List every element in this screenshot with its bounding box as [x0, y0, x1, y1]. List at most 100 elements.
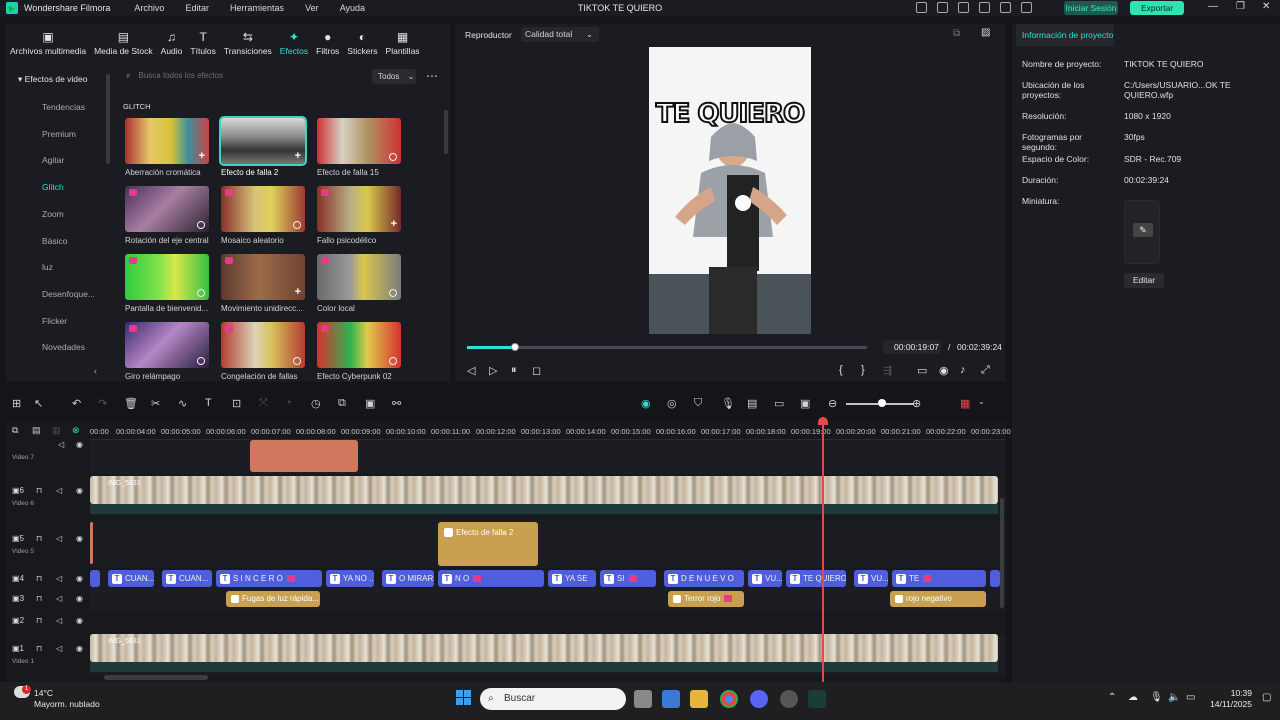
effects-scrollbar[interactable]	[444, 110, 448, 154]
menu-ayuda[interactable]: Ayuda	[340, 3, 365, 13]
sidebar-item-agitar[interactable]: Agitar	[42, 155, 64, 165]
stop-icon[interactable]: ◻	[532, 364, 541, 377]
more-options-icon[interactable]: ⋯	[426, 69, 438, 83]
text-clip[interactable]: T VU...	[748, 570, 782, 587]
tab-titulos[interactable]: T Títulos	[186, 24, 220, 64]
thumbnail-box[interactable]: ✎	[1124, 200, 1160, 264]
menu-archivo[interactable]: Archivo	[134, 3, 164, 13]
volume-icon[interactable]: ◁	[56, 486, 62, 495]
download-icon[interactable]	[293, 357, 301, 365]
add-track-icon[interactable]: ⧉	[12, 425, 18, 436]
timeline-hscrollbar[interactable]	[104, 675, 208, 680]
link-icon[interactable]: ⚯	[392, 397, 401, 410]
grid-icon[interactable]	[1021, 2, 1032, 13]
tab-filtros[interactable]: ● Filtros	[312, 24, 343, 64]
minimize-icon[interactable]: —	[1208, 1, 1218, 12]
effects-search[interactable]: ⌕ Busca todos los efectos	[122, 68, 372, 84]
edit-button[interactable]: Editar	[1124, 273, 1164, 288]
fx-clip[interactable]: rojo negativo	[890, 591, 986, 607]
text-clip[interactable]: TS I N C E R O	[216, 570, 322, 587]
sidebar-item-flicker[interactable]: Flicker	[42, 316, 67, 326]
zoom-out-icon[interactable]: ⊖	[828, 397, 837, 410]
detach-icon[interactable]: ⧉	[338, 397, 346, 410]
effect-thumb-falla-15[interactable]	[317, 118, 401, 164]
add-icon[interactable]: +	[295, 286, 301, 298]
transform-icon[interactable]: ⤧	[259, 397, 268, 410]
effect-thumb-giro[interactable]	[125, 322, 209, 368]
layout-icon[interactable]	[958, 2, 969, 13]
zoom-in-icon[interactable]: ⊕	[912, 397, 921, 410]
redo-icon[interactable]: ↷	[98, 397, 107, 410]
zoom-knob[interactable]	[878, 399, 886, 407]
fullscreen-icon[interactable]: ⤢	[981, 364, 990, 377]
track-layout-icon[interactable]: ▦	[960, 397, 970, 410]
effect-thumb-bienvenida[interactable]	[125, 254, 209, 300]
effect-thumb-cyberpunk[interactable]	[317, 322, 401, 368]
compare-icon[interactable]: ⧉	[953, 28, 960, 39]
effect-thumb-movimiento[interactable]: +	[221, 254, 305, 300]
lock-icon[interactable]: ⊓	[36, 594, 42, 603]
tab-plantillas[interactable]: ▦ Plantillas	[382, 24, 424, 64]
sidebar-item-novedades[interactable]: Novedades	[42, 342, 85, 352]
group-icon[interactable]: ▣	[365, 397, 375, 410]
tab-audio[interactable]: ♫ Audio	[157, 24, 187, 64]
edit-pen-icon[interactable]: ✎	[1133, 223, 1153, 237]
add-icon[interactable]: +	[199, 150, 205, 162]
speed-icon[interactable]: ◷	[311, 397, 321, 410]
eye-icon[interactable]: ◉	[76, 574, 83, 583]
clip-edge[interactable]	[90, 522, 93, 564]
lock-icon[interactable]: ⊓	[36, 534, 42, 543]
download-icon[interactable]	[197, 357, 205, 365]
lock-icon[interactable]: ⊓	[36, 644, 42, 653]
file-explorer-icon[interactable]	[690, 690, 708, 708]
timeline-vscrollbar[interactable]	[1000, 498, 1004, 608]
layout-grid-icon[interactable]: ⊞	[12, 397, 21, 410]
eye-icon[interactable]: ◉	[76, 440, 83, 449]
text-clip[interactable]: T CUAN...	[162, 570, 212, 587]
eye-icon[interactable]: ◉	[76, 534, 83, 543]
notifications-icon[interactable]	[979, 2, 990, 13]
chevron-up-icon[interactable]: ⌃	[1108, 692, 1116, 703]
effect-thumb-color-local[interactable]	[317, 254, 401, 300]
menu-herramientas[interactable]: Herramientas	[230, 3, 284, 13]
text-clip[interactable]: T CUAN...	[108, 570, 154, 587]
volume-icon[interactable]: ◁	[56, 534, 62, 543]
color-icon[interactable]: ◔	[285, 397, 292, 409]
text-clip[interactable]: T TE QUIERO	[786, 570, 846, 587]
video-preview[interactable]: TE QUIERO	[649, 47, 811, 334]
quality-select[interactable]: Calidad total ⌄	[521, 27, 599, 42]
notifications-icon[interactable]: ▢	[1262, 692, 1271, 703]
download-icon[interactable]	[389, 289, 397, 297]
tab-archivos-multimedia[interactable]: ▣ Archivos multimedia	[6, 24, 90, 64]
text-clip[interactable]: T VU...	[854, 570, 888, 587]
download-icon[interactable]	[197, 289, 205, 297]
microphone-icon[interactable]: 🎙	[1150, 692, 1163, 703]
eye-icon[interactable]: ◉	[76, 486, 83, 495]
select-tool-icon[interactable]: ↖	[34, 397, 43, 410]
magnet-icon[interactable]: ⊗	[72, 425, 80, 436]
undo-icon[interactable]: ↶	[72, 397, 81, 410]
sidebar-scrollbar[interactable]	[106, 74, 110, 164]
text-clip[interactable]	[990, 570, 1000, 587]
chevron-down-icon[interactable]: ⌄	[978, 397, 985, 406]
volume-icon[interactable]: ◁	[56, 594, 62, 603]
effect-thumb-mosaico[interactable]	[221, 186, 305, 232]
insert-icon[interactable]: ⇶	[883, 364, 892, 377]
progress-knob[interactable]	[511, 343, 519, 351]
tab-efectos[interactable]: ✦ Efectos	[276, 24, 312, 64]
sidebar-item-premium[interactable]: Premium	[42, 129, 76, 139]
menu-editar[interactable]: Editar	[185, 3, 209, 13]
lock-icon[interactable]: ⊓	[36, 574, 42, 583]
chrome-icon[interactable]	[720, 690, 738, 708]
caption-icon[interactable]: ▣	[800, 397, 810, 410]
effect-thumb-psicodelico[interactable]: +	[317, 186, 401, 232]
text-clip[interactable]: T YA SE	[548, 570, 596, 587]
video-clip[interactable]: IMG_5831	[90, 634, 998, 662]
weather-widget[interactable]: 14°C Mayorm. nublado	[34, 688, 100, 710]
eye-icon[interactable]: ◉	[76, 644, 83, 653]
add-icon[interactable]: +	[391, 218, 397, 230]
sidebar-item-desenfoque[interactable]: Desenfoque...	[42, 289, 95, 299]
step-back-icon[interactable]: ◁	[467, 364, 475, 377]
eye-icon[interactable]: ◉	[76, 616, 83, 625]
mixer-icon[interactable]: ▤	[747, 397, 757, 410]
